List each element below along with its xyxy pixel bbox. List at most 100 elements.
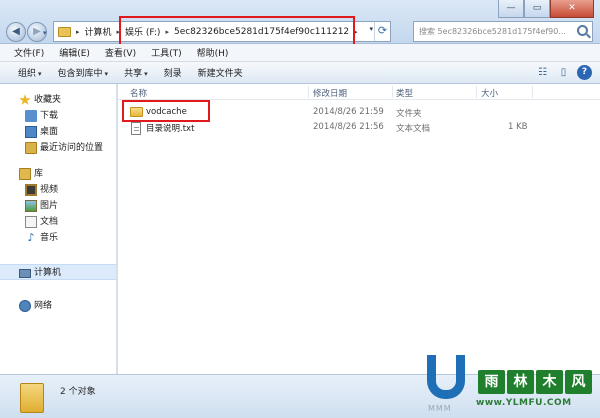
- new-folder-button[interactable]: 新建文件夹: [190, 66, 251, 79]
- file-list: 名称 修改日期 类型 大小 vodcache 2014/8/26 21:59 文…: [118, 84, 600, 374]
- sidebar-item-pictures[interactable]: 图片: [0, 198, 116, 214]
- column-size[interactable]: 大小: [481, 87, 498, 99]
- menu-file[interactable]: 文件(F): [8, 46, 50, 59]
- sidebar-item-label: 收藏夹: [34, 95, 62, 105]
- file-size: 1 KB: [508, 122, 528, 132]
- watermark-char: 林: [507, 370, 534, 394]
- sidebar-item-label: 库: [34, 169, 44, 179]
- refresh-button[interactable]: ⟳: [374, 22, 390, 41]
- close-button[interactable]: ✕: [550, 0, 594, 18]
- column-divider[interactable]: [476, 86, 477, 98]
- change-view-icon[interactable]: ☷: [535, 65, 550, 80]
- share-label: 共享: [124, 69, 143, 79]
- breadcrumb-computer[interactable]: 计算机: [82, 25, 115, 38]
- command-toolbar: 组织 ▾ 包含到库中 ▾ 共享 ▾ 刻录 新建文件夹 ☷ ▯ ?: [0, 62, 600, 84]
- sidebar-item-label: 计算机: [34, 268, 62, 278]
- text-file-icon: [131, 122, 141, 135]
- back-arrow-icon: ◀: [12, 26, 20, 37]
- file-name: 目录说明.txt: [146, 124, 195, 134]
- organize-button[interactable]: 组织 ▾: [10, 66, 50, 79]
- menu-tools[interactable]: 工具(T): [145, 46, 188, 59]
- refresh-icon: ⟳: [377, 24, 388, 37]
- music-icon: ♪: [27, 231, 35, 244]
- minimize-button[interactable]: —: [498, 0, 524, 18]
- include-in-library-label: 包含到库中: [57, 69, 103, 79]
- sidebar-item-documents[interactable]: 文档: [0, 214, 116, 230]
- menu-edit[interactable]: 编辑(E): [53, 46, 96, 59]
- share-button[interactable]: 共享 ▾: [116, 66, 156, 79]
- watermark-logo-u: [427, 355, 465, 399]
- network-icon: [19, 300, 31, 312]
- column-name[interactable]: 名称: [130, 87, 147, 99]
- chevron-down-icon: ▾: [104, 70, 109, 78]
- organize-label: 组织: [18, 69, 37, 79]
- download-icon: [25, 110, 37, 122]
- menu-help[interactable]: 帮助(H): [191, 46, 235, 59]
- folder-icon: [20, 383, 44, 413]
- column-divider[interactable]: [532, 86, 533, 98]
- sidebar-item-label: 图片: [40, 201, 59, 211]
- forward-arrow-icon: ▶: [33, 26, 41, 37]
- menu-view[interactable]: 查看(V): [99, 46, 142, 59]
- maximize-button[interactable]: ▭: [524, 0, 550, 18]
- video-icon: [25, 184, 37, 196]
- document-icon: [25, 216, 37, 228]
- sidebar-item-network[interactable]: 网络: [0, 298, 116, 314]
- maximize-icon: ▭: [532, 3, 542, 13]
- desktop-icon: [25, 126, 37, 138]
- column-modified[interactable]: 修改日期: [313, 87, 347, 99]
- item-count: 2 个对象: [60, 387, 96, 397]
- column-divider[interactable]: [392, 86, 393, 98]
- sidebar-item-favorites[interactable]: 收藏夹: [0, 92, 116, 108]
- close-icon: ✕: [568, 3, 576, 13]
- file-row-readme[interactable]: 目录说明.txt 2014/8/26 21:56 文本文档 1 KB: [118, 121, 600, 135]
- sidebar-item-label: 文档: [40, 217, 59, 227]
- sidebar-item-label: 音乐: [40, 233, 59, 243]
- sidebar-item-desktop[interactable]: 桌面: [0, 124, 116, 140]
- back-button[interactable]: ◀: [6, 22, 26, 42]
- sidebar-item-label: 网络: [34, 301, 53, 311]
- column-type[interactable]: 类型: [396, 87, 413, 99]
- sidebar-item-libraries[interactable]: 库: [0, 166, 116, 182]
- sidebar-item-label: 视频: [40, 185, 59, 195]
- burn-button[interactable]: 刻录: [156, 66, 190, 79]
- watermark-url: www.YLMFU.COM: [476, 398, 572, 408]
- title-bar: ◀ ▶ ▾ ▸ 计算机 ▸ 娱乐 (F:) ▸ 5ec82326bce5281d…: [0, 0, 600, 46]
- file-type: 文件夹: [396, 109, 422, 119]
- file-modified: 2014/8/26 21:59: [313, 107, 384, 117]
- preview-pane-icon[interactable]: ▯: [556, 65, 571, 80]
- help-icon[interactable]: ?: [577, 65, 592, 80]
- watermark-mmm: MMM: [428, 404, 452, 413]
- watermark-char: 风: [565, 370, 592, 394]
- picture-icon: [25, 200, 37, 212]
- watermark-char: 雨: [478, 370, 505, 394]
- sidebar-item-music[interactable]: ♪ 音乐: [0, 230, 116, 246]
- menu-bar: 文件(F) 编辑(E) 查看(V) 工具(T) 帮助(H): [0, 44, 600, 62]
- highlight-folder-box: [122, 100, 210, 122]
- highlight-address-box: [119, 16, 355, 46]
- folder-icon: [58, 26, 71, 37]
- recent-places-icon: [25, 142, 37, 154]
- sidebar-item-downloads[interactable]: 下载: [0, 108, 116, 124]
- sidebar-item-computer[interactable]: 计算机: [0, 264, 116, 280]
- breadcrumb-separator-icon: ▸: [76, 27, 80, 36]
- history-dropdown-icon[interactable]: ▾: [43, 29, 47, 37]
- sidebar-item-videos[interactable]: 视频: [0, 182, 116, 198]
- file-type: 文本文档: [396, 124, 431, 134]
- window-controls: — ▭ ✕: [498, 0, 594, 18]
- star-icon: [19, 94, 31, 105]
- search-icon[interactable]: [577, 25, 588, 36]
- sidebar-item-label: 最近访问的位置: [40, 143, 104, 153]
- sidebar-item-recent-places[interactable]: 最近访问的位置: [0, 140, 116, 156]
- include-in-library-button[interactable]: 包含到库中 ▾: [50, 66, 117, 79]
- column-divider[interactable]: [308, 86, 309, 98]
- library-icon: [19, 168, 31, 180]
- search-input[interactable]: 搜索 5ec82326bce5281d175f4ef90...: [413, 21, 593, 42]
- watermark-char: 木: [536, 370, 563, 394]
- navigation-pane: 收藏夹 下载 桌面 最近访问的位置 库 视频 图片 文档 ♪ 音乐 计算机 网络: [0, 84, 117, 374]
- view-controls: ☷ ▯ ?: [535, 65, 592, 80]
- address-dropdown-icon[interactable]: ▾: [369, 25, 373, 33]
